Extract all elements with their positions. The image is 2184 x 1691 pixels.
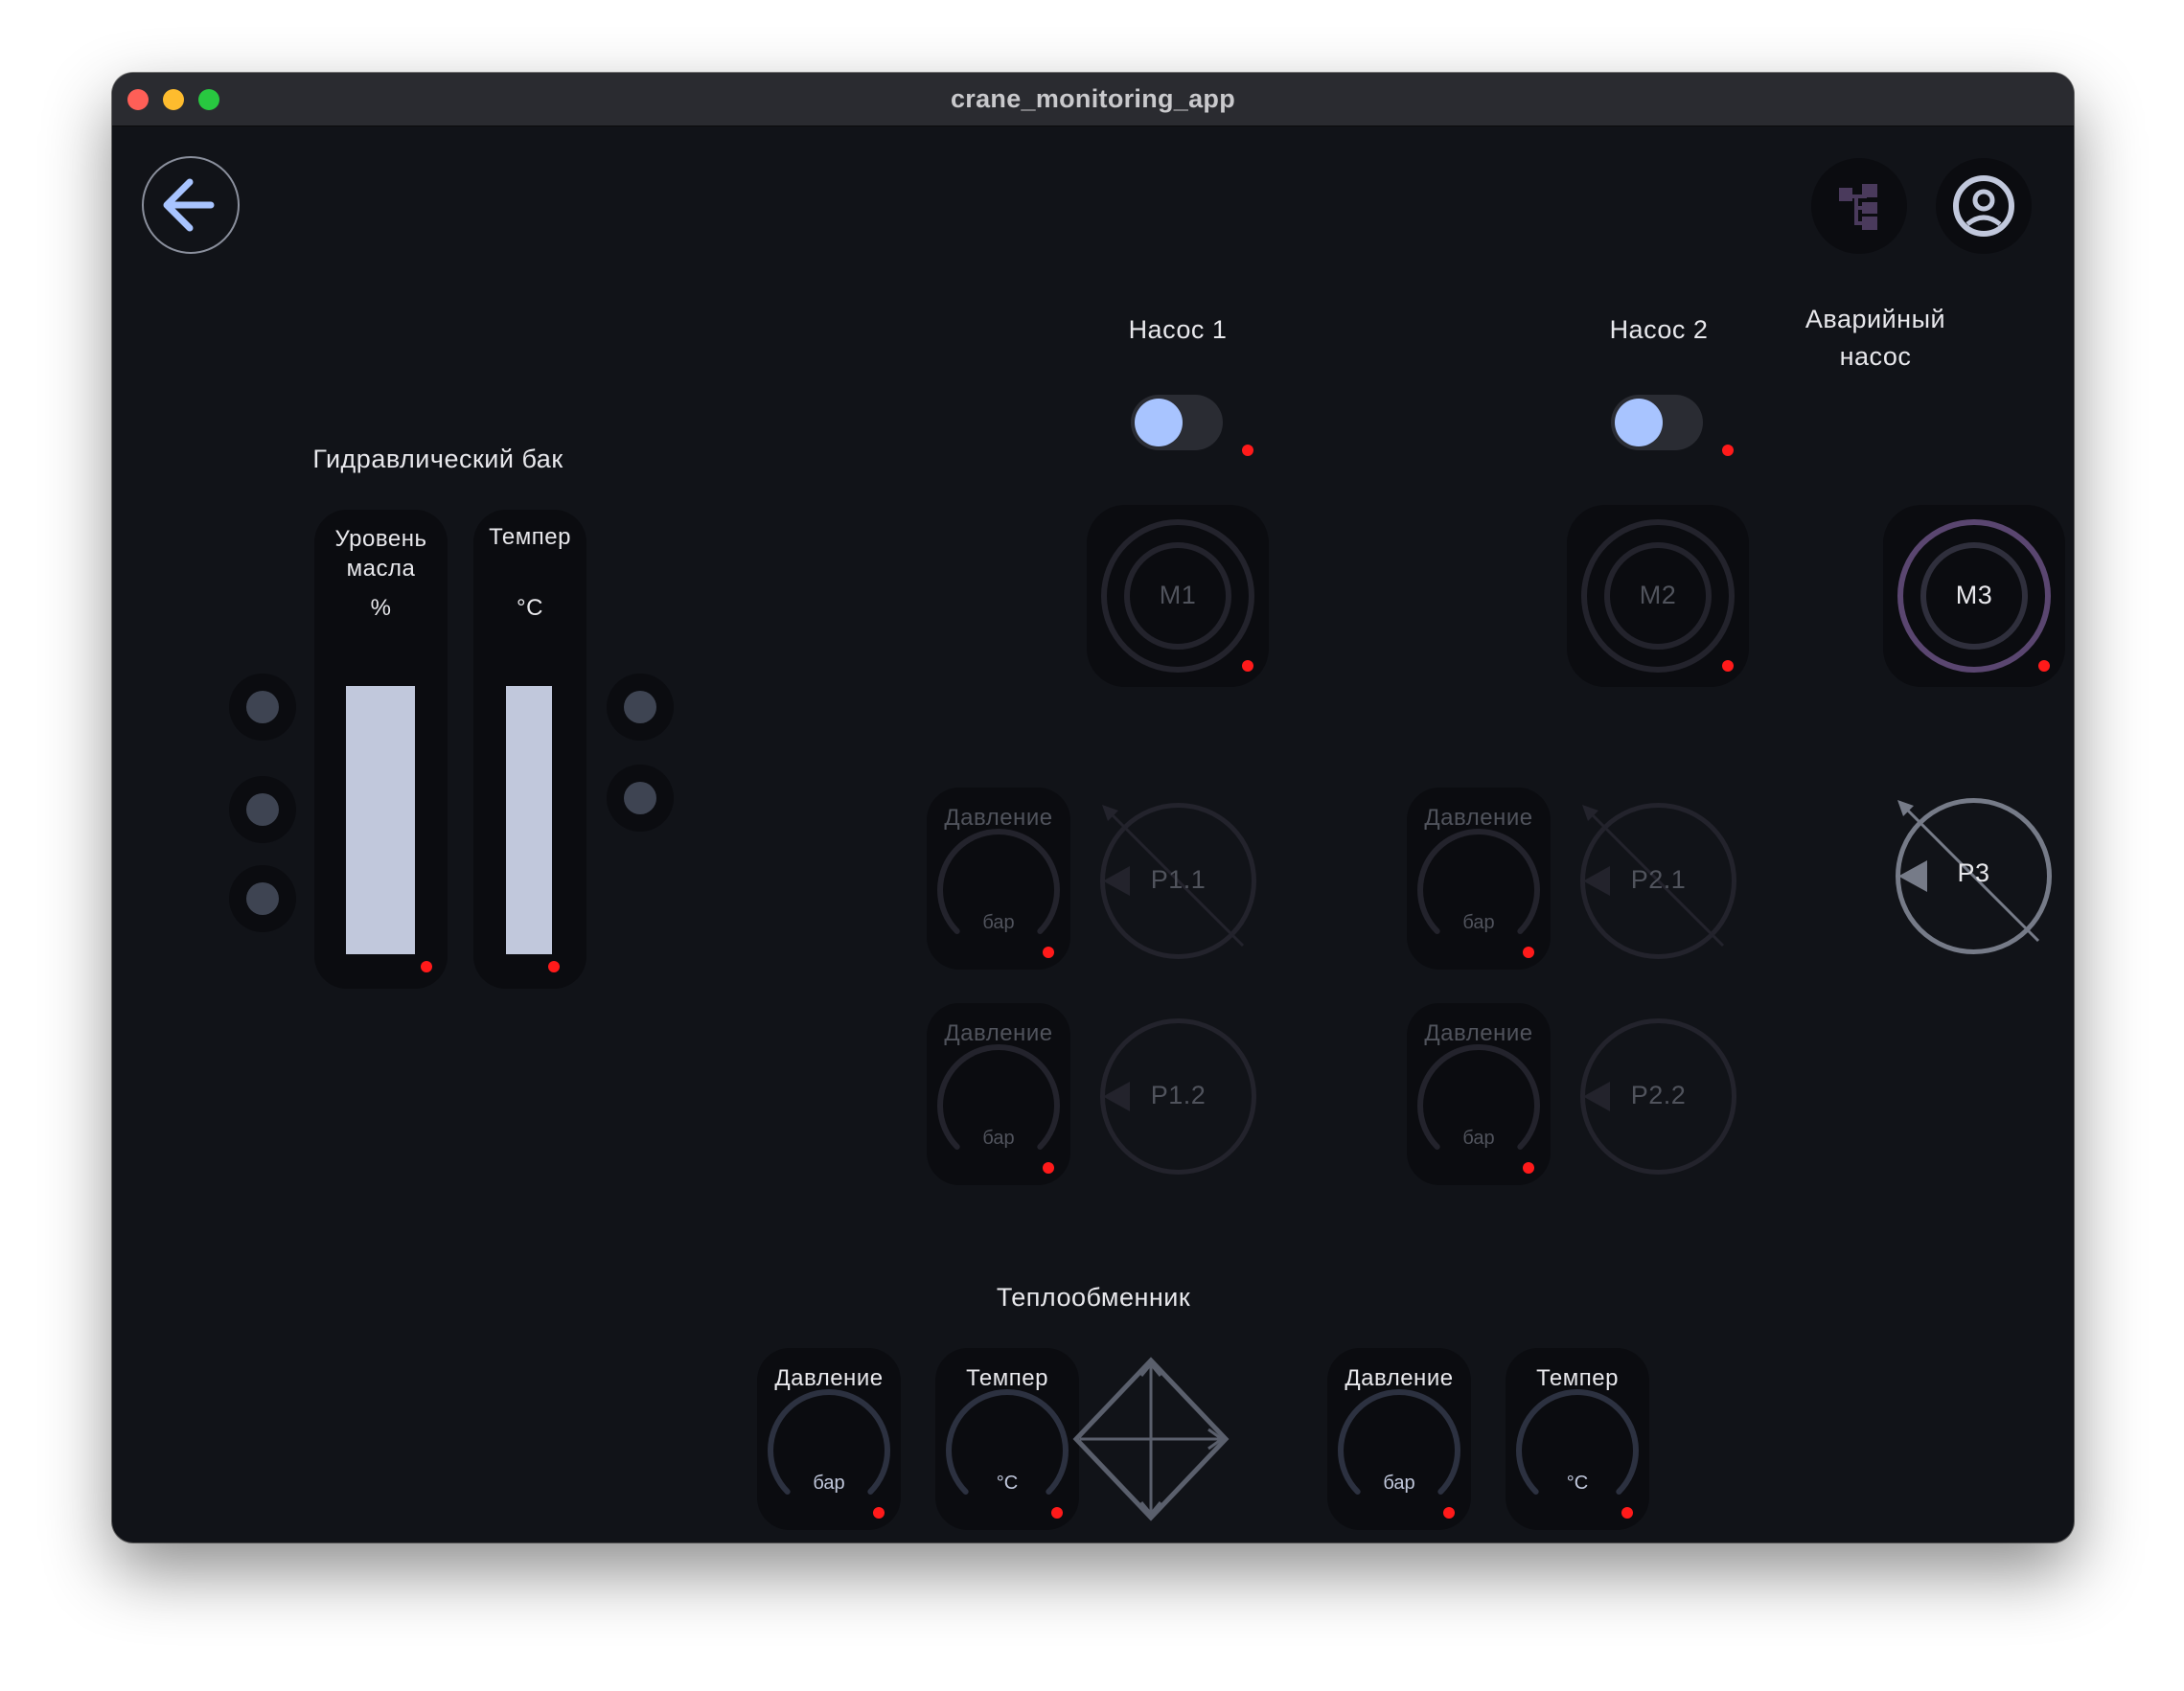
gauge-unit: °C	[1566, 1473, 1589, 1494]
gauge-unit: бар	[982, 912, 1015, 933]
pump1-toggle-knob	[1135, 399, 1183, 446]
hx-outlet-pressure-gauge: Давление бар	[1327, 1348, 1471, 1530]
valve-p1-1-label: P1.1	[1150, 865, 1207, 894]
gauge-status-dot	[873, 1507, 885, 1519]
valve-p2-1[interactable]: P2.1	[1579, 802, 1737, 960]
title-bar: crane_monitoring_app	[112, 73, 2074, 126]
pump1-pressure-gauge-2: Давление бар	[927, 1003, 1070, 1185]
level-sensor-mid	[229, 776, 296, 843]
pump1-pressure-gauge-1: Давление бар	[927, 788, 1070, 970]
content-area: Гидравлический бак Уровень масла % Темпе…	[112, 126, 2074, 1542]
motor-m1-label: M1	[1159, 581, 1197, 609]
motor-m3-status-dot	[2038, 660, 2050, 672]
motor-m3-label: M3	[1955, 581, 1993, 609]
motor-m3[interactable]: M3	[1883, 505, 2065, 687]
pump2-toggle[interactable]	[1611, 395, 1703, 450]
pump1-status-dot	[1242, 445, 1253, 456]
tank-temperature-label: Темпер	[489, 524, 571, 550]
heat-exchanger-title: Теплообменник	[996, 1283, 1191, 1312]
gauge-status-dot	[1443, 1507, 1455, 1519]
app-window: crane_monitoring_app Гидравлический бак …	[112, 73, 2074, 1542]
gauge-arc	[768, 1389, 890, 1495]
gauge-unit: бар	[982, 1128, 1015, 1149]
hx-inlet-pressure-gauge: Давление бар	[757, 1348, 901, 1530]
structure-button[interactable]	[1811, 158, 1907, 254]
oil-level-fill	[346, 686, 415, 954]
gauge-status-dot	[1043, 947, 1054, 958]
gauge-status-dot	[1043, 1162, 1054, 1174]
gauge-status-dot	[1523, 1162, 1534, 1174]
heat-exchanger-symbol[interactable]	[1016, 1357, 1286, 1521]
gauge-arc	[1417, 1044, 1540, 1150]
valve-p2-1-label: P2.1	[1630, 865, 1687, 894]
tank-temperature-gauge: Темпер °C	[473, 510, 586, 989]
gauge-arc	[1338, 1389, 1460, 1495]
back-button[interactable]	[142, 156, 240, 254]
tank-temperature-track	[506, 686, 552, 954]
pump2-pressure-gauge-1: Давление бар	[1407, 788, 1551, 970]
temp-sensor-low	[607, 765, 674, 832]
valve-p1-2[interactable]: P1.2	[1099, 1017, 1257, 1176]
gauge-unit: бар	[1462, 1128, 1495, 1149]
gauge-status-dot	[1621, 1507, 1633, 1519]
pump1-toggle[interactable]	[1131, 395, 1223, 450]
gauge-arc	[937, 829, 1060, 934]
oil-level-unit: %	[370, 595, 392, 621]
gauge-arc	[1417, 829, 1540, 934]
user-circle-icon	[1953, 175, 2014, 237]
gauge-unit: бар	[813, 1473, 845, 1494]
valve-p2-2-label: P2.2	[1630, 1081, 1687, 1109]
heat-exchanger-icon	[1072, 1357, 1230, 1521]
motor-m2-label: M2	[1639, 581, 1677, 609]
arrow-left-icon	[163, 178, 215, 232]
pump1-title: Насос 1	[1128, 315, 1228, 344]
valve-p2-2[interactable]: P2.2	[1579, 1017, 1737, 1176]
oil-level-status-dot	[421, 961, 432, 972]
gauge-unit: бар	[1462, 912, 1495, 933]
gauge-arc	[937, 1044, 1060, 1150]
gauge-arc	[1516, 1389, 1639, 1495]
window-title: crane_monitoring_app	[950, 84, 1236, 113]
account-button[interactable]	[1936, 158, 2032, 254]
hierarchy-icon	[1839, 184, 1877, 230]
motor-m1[interactable]: M1	[1087, 505, 1269, 687]
gauge-status-dot	[1523, 947, 1534, 958]
hx-outlet-temperature-gauge: Темпер °C	[1506, 1348, 1649, 1530]
tank-title: Гидравлический бак	[312, 445, 563, 473]
level-sensor-low	[229, 865, 296, 932]
pump2-toggle-knob	[1615, 399, 1663, 446]
valve-p3[interactable]: P3	[1895, 797, 2053, 955]
pump2-title: Насос 2	[1609, 315, 1709, 344]
motor-m1-status-dot	[1242, 660, 1253, 672]
valve-p3-label: P3	[1957, 858, 1990, 887]
gauge-unit: бар	[1383, 1473, 1415, 1494]
pump2-pressure-gauge-2: Давление бар	[1407, 1003, 1551, 1185]
oil-level-gauge: Уровень масла %	[314, 510, 448, 989]
valve-p1-1[interactable]: P1.1	[1099, 802, 1257, 960]
motor-m2-status-dot	[1722, 660, 1734, 672]
temp-sensor-high	[607, 674, 674, 741]
oil-level-track	[346, 686, 415, 954]
tank-temperature-unit: °C	[517, 595, 543, 621]
tank-temperature-status-dot	[548, 961, 560, 972]
tank-temperature-fill	[506, 686, 552, 954]
emergency-pump-title: Аварийный насос	[1805, 305, 1946, 371]
motor-m2[interactable]: M2	[1567, 505, 1749, 687]
oil-level-label: Уровень масла	[334, 526, 427, 582]
pump2-status-dot	[1722, 445, 1734, 456]
level-sensor-high	[229, 674, 296, 741]
valve-p1-2-label: P1.2	[1150, 1081, 1207, 1109]
